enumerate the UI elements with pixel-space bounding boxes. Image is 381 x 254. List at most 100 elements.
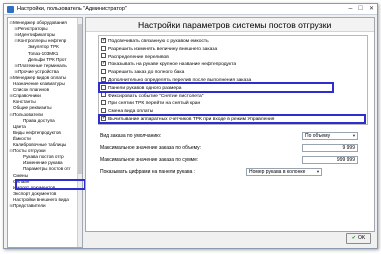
- tree-item[interactable]: Назначение клавиатуры: [9, 81, 65, 87]
- tree-item-label: Калибровочные таблицы: [13, 142, 67, 147]
- option-checkbox-row[interactable]: Разрешить изменять величину внешнего зак…: [101, 45, 217, 53]
- checkbox[interactable]: [101, 53, 106, 59]
- checkbox-label: Показывать на рукаве крупное название не…: [108, 62, 237, 68]
- tree-item[interactable]: Топаз-103МК1: [24, 51, 58, 57]
- tree-item[interactable]: ⊞Платежные терминаль: [14, 63, 66, 69]
- option-checkbox-row[interactable]: Разрешить заказ до полного бака: [101, 68, 184, 76]
- max-volume-input[interactable]: 9 999: [302, 144, 358, 152]
- tree-item-label: Параметры постов отг: [23, 166, 71, 172]
- tree-item[interactable]: ⊞Прочие устройства: [14, 69, 58, 75]
- app-icon: [7, 6, 14, 13]
- tree-item[interactable]: Параметры постов отг: [19, 166, 71, 172]
- tree-item-label: Виды нефтепродуктов: [13, 129, 61, 135]
- tree-item[interactable]: Настройки внешнего вида: [9, 197, 69, 203]
- panel-header: Настройки параметров системы постов отгр…: [86, 18, 374, 32]
- tree-item-label: Регистраторы: [18, 26, 48, 32]
- option-checkbox-row[interactable]: При снятии ТРК перейти на снятый кран: [101, 100, 200, 107]
- title-bar: Настройки, пользователь "Администратор" …: [4, 4, 377, 15]
- tree-item-label: Пользователи: [13, 111, 43, 117]
- tree-item[interactable]: ⊟Посты отгрузки: [9, 148, 46, 154]
- tree-item[interactable]: ⊞Идентификаторы: [14, 32, 55, 38]
- chevron-down-icon: ▼: [352, 133, 356, 138]
- checkbox[interactable]: ✓: [101, 61, 106, 67]
- checkbox-label: Фиксировать событие "Снятие пистолета": [108, 93, 204, 99]
- option-checkbox-row[interactable]: Фиксировать событие "Снятие пистолета": [101, 92, 204, 100]
- tree-item[interactable]: ⊟Контроллеры нефтепр: [14, 38, 66, 44]
- tree-item[interactable]: ⊟Менеджер оборудования: [9, 20, 67, 26]
- tree-item-label: Контроллеры нефтепр: [18, 38, 67, 44]
- max-sum-label: Максимальное значение заказа по сумме:: [100, 157, 199, 163]
- close-icon[interactable]: ✕: [367, 5, 376, 13]
- tree-item[interactable]: Ёмкости: [9, 136, 31, 142]
- tree-item[interactable]: Эмулятор ТРК: [24, 44, 59, 50]
- minimize-icon[interactable]: –: [346, 5, 355, 13]
- tree-item[interactable]: Права доступа: [19, 118, 55, 124]
- tree-item-label: Список плагинов: [13, 87, 50, 93]
- window-title: Настройки, пользователь "Администратор": [17, 6, 127, 12]
- checkbox[interactable]: ✓: [101, 37, 106, 43]
- tree-item[interactable]: Экспорт документов: [9, 191, 56, 197]
- highlight-counters-option: [98, 114, 366, 124]
- max-volume-label: Максимальное значение заказа по объему:: [100, 145, 202, 151]
- tree-item-label: Права доступа: [23, 117, 55, 123]
- tree-item[interactable]: Изменение рукава: [19, 160, 63, 166]
- panel-title: Настройки параметров системы постов отгр…: [138, 20, 332, 30]
- digits-label: Показывать цифрами на панели рукава :: [100, 169, 196, 175]
- chevron-down-icon: ▼: [316, 169, 320, 174]
- tree-item[interactable]: ⊞Справочники: [9, 93, 41, 99]
- tree-item-label: Менеджер видов оплаты: [13, 74, 67, 80]
- ok-button[interactable]: ✔ OK: [346, 233, 371, 244]
- tree-item[interactable]: ⊞Менеджер видов оплаты: [9, 75, 66, 81]
- tree-item[interactable]: Смены: [9, 173, 28, 179]
- tree-item-label: Назначение клавиатуры: [13, 81, 65, 86]
- option-checkbox-row[interactable]: ✓ Подсвечивать связанную с рукавом емкост…: [101, 37, 209, 45]
- settings-window: Настройки, пользователь "Администратор" …: [3, 3, 378, 249]
- tree-item-label: Менеджер оборудования: [13, 20, 67, 25]
- settings-tree[interactable]: ⊟Менеджер оборудования ⊞Регистраторы ⊞Иден…: [7, 17, 83, 248]
- settings-panel: Настройки параметров системы постов отгр…: [85, 17, 375, 232]
- tree-item-label: Топаз-103МК1: [28, 50, 59, 56]
- maximize-icon[interactable]: □: [356, 5, 365, 13]
- max-sum-input[interactable]: 999 999: [302, 156, 358, 164]
- tree-item[interactable]: Цвета: [9, 124, 26, 130]
- tree-item-label: Идентификаторы: [18, 32, 56, 38]
- tree-item[interactable]: Список плагинов: [9, 87, 49, 93]
- tree-scrollbar[interactable]: [77, 18, 82, 247]
- checkbox[interactable]: [101, 68, 106, 74]
- checkbox[interactable]: ✓: [101, 76, 106, 82]
- tree-item[interactable]: ⊟Пользователи: [9, 112, 43, 118]
- tree-item[interactable]: Виды нефтепродуктов: [9, 130, 61, 136]
- tree-item[interactable]: Константы: [9, 99, 36, 105]
- option-checkbox-row[interactable]: Распределение переливов: [101, 53, 169, 61]
- digits-select[interactable]: Номер рукава в колонке ▼: [246, 168, 322, 176]
- checkbox-label: Распределение переливов: [108, 54, 169, 60]
- tree-item-label: Посты отгрузки: [13, 148, 46, 154]
- tree-item[interactable]: ⊞Представители: [9, 203, 45, 209]
- tree-item[interactable]: Дельфи ТРК Прот: [24, 57, 66, 63]
- tree-item-label: Константы: [13, 99, 36, 105]
- tree-item-label: Цвета: [13, 123, 26, 129]
- tree-item[interactable]: Рукава постов отгр: [19, 154, 64, 160]
- checkbox[interactable]: [101, 107, 106, 113]
- tree-scrollbar-thumb[interactable]: [78, 24, 82, 174]
- order-type-select[interactable]: По объему ▼: [302, 132, 358, 140]
- highlight-overfill-option: [98, 82, 334, 93]
- checkbox-label: Подсвечивать связанную с рукавом емкость: [108, 39, 209, 44]
- tree-item-label: Общие реквизиты: [13, 105, 52, 111]
- tree-selection-highlight: [15, 179, 86, 190]
- tree-item[interactable]: ⊞Регистраторы: [14, 26, 48, 32]
- checkbox[interactable]: [101, 45, 106, 51]
- tree-item-label: Изменение рукава: [23, 160, 63, 166]
- tree-item-label: Экспорт документов: [13, 190, 57, 196]
- order-type-label: Вид заказа по умолчанию:: [100, 133, 162, 139]
- tree-item[interactable]: Общие реквизиты: [9, 105, 52, 111]
- order-type-value: По объему: [305, 133, 331, 139]
- checkbox[interactable]: [101, 92, 106, 98]
- tree-item-label: Дельфи ТРК Прот: [28, 56, 67, 62]
- checkbox[interactable]: [101, 100, 106, 106]
- tree-item-label: Ёмкости: [13, 135, 31, 141]
- options-checklist: ✓ Подсвечивать связанную с рукавом емкост…: [98, 35, 368, 125]
- check-icon: ✔: [351, 235, 356, 241]
- tree-item[interactable]: Калибровочные таблицы: [9, 142, 66, 148]
- option-checkbox-row[interactable]: ✓ Показывать на рукаве крупное название н…: [101, 61, 236, 68]
